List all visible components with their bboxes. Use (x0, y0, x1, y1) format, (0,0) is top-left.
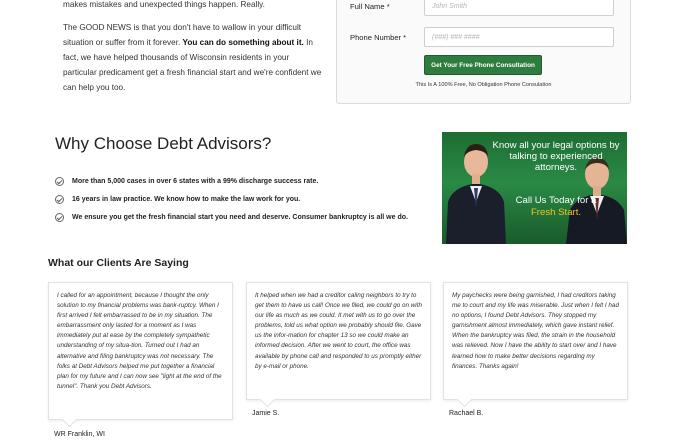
attorneys-ad-banner[interactable]: Know all your legal options by talking t… (442, 132, 627, 244)
full-name-label: Full Name * (350, 1, 390, 11)
phone-label: Phone Number * (350, 32, 407, 42)
form-disclaimer: This Is A 100% Free, No Obligation Phone… (415, 82, 552, 88)
check-circle-icon (55, 176, 64, 186)
full-name-input[interactable]: John Smith (424, 0, 614, 16)
intro-line: makes mistakes and unexpected things hap… (63, 0, 265, 9)
intro-p1-bold: You can do something about it. (182, 38, 304, 47)
full-name-row: Full Name * John Smith (350, 0, 620, 16)
testimonial-author: WR Franklin, WI (54, 431, 105, 438)
check-circle-icon (55, 212, 64, 222)
consultation-form: Full Name * John Smith Phone Number * (#… (336, 0, 631, 104)
intro-paragraph: The GOOD NEWS is that you don't have to … (63, 20, 325, 95)
benefit-item: We ensure you get the fresh financial st… (55, 208, 408, 226)
testimonial-text: It helped when we had a creditor caling … (255, 292, 422, 370)
ad-callout-text: Call Us Today for a (515, 195, 597, 206)
benefit-text: We ensure you get the fresh financial st… (72, 213, 408, 221)
submit-button[interactable]: Get Your Free Phone Consultation (424, 55, 542, 75)
testimonial-author: Rachael B. (449, 410, 484, 417)
benefit-text: More than 5,000 cases in over 6 states w… (72, 177, 319, 185)
testimonials-title: What our Clients Are Saying (48, 257, 189, 269)
testimonial-card: My paychecks were being garnished, I had… (443, 282, 628, 400)
testimonial-author: Jamie S. (252, 410, 280, 417)
check-circle-icon (55, 194, 64, 204)
benefit-text: 16 years in law practice. We know how to… (72, 195, 301, 203)
benefit-item: More than 5,000 cases in over 6 states w… (55, 172, 408, 190)
phone-row: Phone Number * (###) ### #### (350, 27, 620, 47)
testimonial-text: My paychecks were being garnished, I had… (452, 292, 619, 370)
intro-text: makes mistakes and unexpected things hap… (63, 0, 325, 103)
testimonial-card: I called for an appointment, because I t… (48, 282, 233, 420)
benefits-list: More than 5,000 cases in over 6 states w… (55, 172, 408, 226)
ad-callout: Call Us Today for a Fresh Start. (488, 195, 624, 219)
phone-input[interactable]: (###) ### #### (424, 27, 614, 47)
testimonial-card: It helped when we had a creditor caling … (246, 282, 431, 400)
why-title: Why Choose Debt Advisors? (55, 134, 272, 153)
testimonial-text: I called for an appointment, because I t… (57, 292, 222, 390)
ad-highlight: Fresh Start. (530, 207, 582, 218)
benefit-item: 16 years in law practice. We know how to… (55, 190, 408, 208)
ad-headline: Know all your legal options by talking t… (492, 140, 620, 173)
